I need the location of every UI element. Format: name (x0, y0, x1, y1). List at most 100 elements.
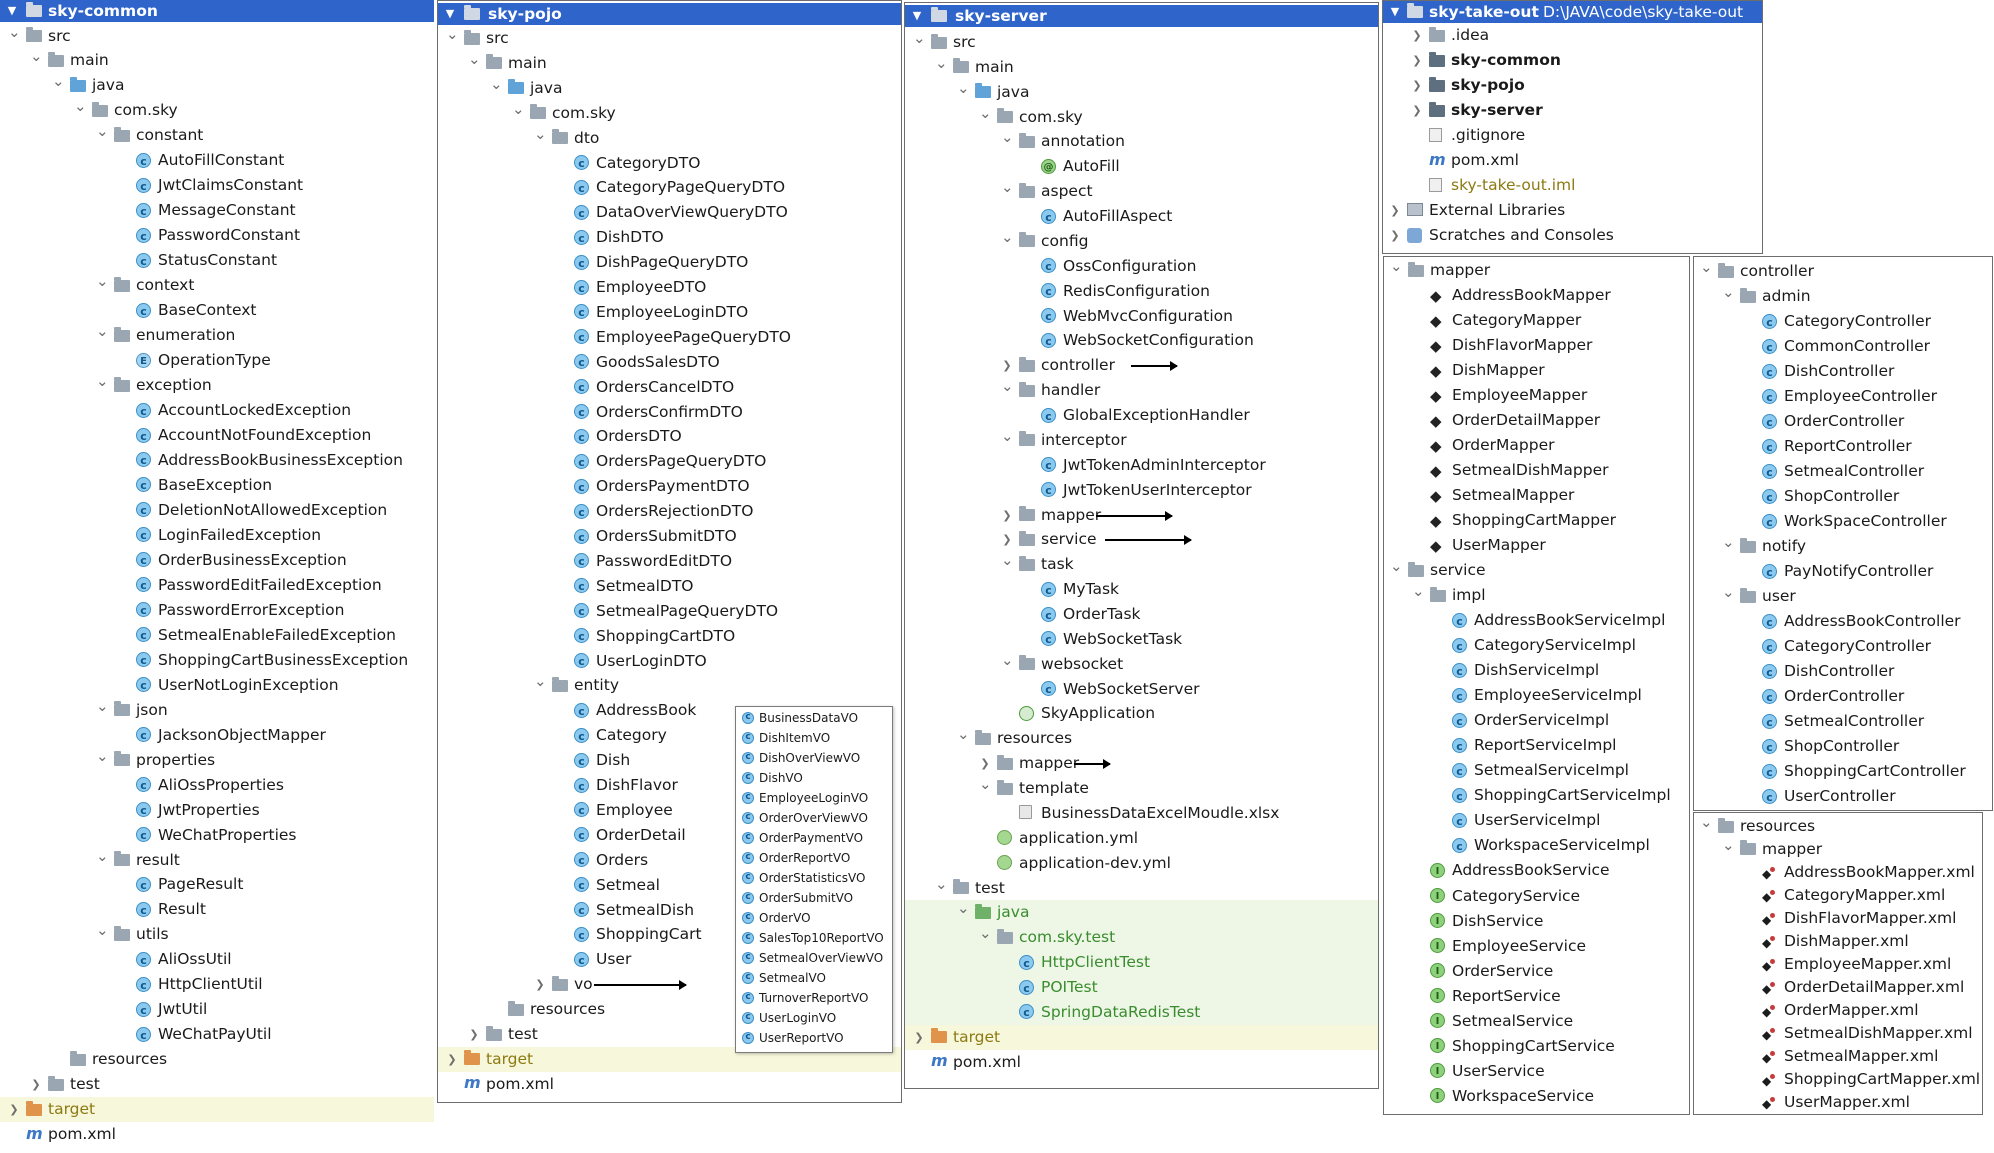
tree-node-category-mapper[interactable]: CategoryMapper (1384, 308, 1689, 334)
chevron-right-icon[interactable]: ❯ (1411, 98, 1423, 123)
tree-node-pom-xml[interactable]: pom.xml (438, 1070, 901, 1097)
tree-node-mapper[interactable]: ❯ mapper (905, 751, 1378, 776)
chevron-right-icon[interactable]: ❯ (1001, 503, 1013, 528)
tree-node-main[interactable]: ⌄ main (0, 47, 434, 73)
tree-node-user-controller[interactable]: UserController (1694, 784, 1992, 810)
tree-node-java[interactable]: ⌄ java (0, 72, 434, 98)
tree-node-dish-flavor-mapper-xml[interactable]: DishFlavorMapper.xml (1694, 906, 1982, 933)
chevron-down-icon[interactable]: ⌄ (1700, 813, 1713, 835)
vo-item-employee-login-vo[interactable]: EmployeeLoginVO (736, 787, 892, 808)
tree-node-setmeal-mapper[interactable]: SetmealMapper (1384, 483, 1689, 509)
tree-node-order-mapper[interactable]: OrderMapper (1384, 433, 1689, 459)
vo-item-order-over-view-vo[interactable]: OrderOverViewVO (736, 807, 892, 828)
tree-node-http-client-test[interactable]: HttpClientTest (905, 950, 1378, 976)
tree-node-address-book-mapper-xml[interactable]: AddressBookMapper.xml (1694, 860, 1982, 887)
tree-node-ali-oss-properties[interactable]: AliOssProperties (0, 773, 434, 798)
tree-node-setmeal-dto[interactable]: SetmealDTO (438, 574, 901, 599)
tree-node-message-constant[interactable]: MessageConstant (0, 198, 434, 224)
tree-node-target[interactable]: ❯ target (0, 1097, 434, 1123)
tree-node-json[interactable]: ⌄ json (0, 697, 434, 723)
tree-node-base-context[interactable]: BaseContext (0, 298, 434, 324)
tree-node-setmeal-service-impl[interactable]: SetmealServiceImpl (1384, 758, 1689, 784)
tree-node-user-login-dto[interactable]: UserLoginDTO (438, 649, 901, 674)
vo-item-order-payment-vo[interactable]: OrderPaymentVO (736, 827, 892, 848)
chevron-down-icon[interactable]: ⌄ (1700, 257, 1713, 280)
tree-node-result[interactable]: Result (0, 897, 434, 923)
tree-node-report-service-impl[interactable]: ReportServiceImpl (1384, 733, 1689, 759)
tree-node-user-service-impl[interactable]: UserServiceImpl (1384, 808, 1689, 834)
tree-node-setmeal-dish-mapper-xml[interactable]: SetmealDishMapper.xml (1694, 1021, 1982, 1048)
chevron-right-icon[interactable]: ❯ (913, 1025, 925, 1050)
vo-item-order-submit-vo[interactable]: OrderSubmitVO (736, 887, 892, 908)
tree-node-resources[interactable]: ⌄ resources (905, 725, 1378, 751)
tree-node-setmeal-dish-mapper[interactable]: SetmealDishMapper (1384, 458, 1689, 484)
tree-node-application-dev-yml[interactable]: application-dev.yml (905, 851, 1378, 876)
tree-node-orders-rejection-dto[interactable]: OrdersRejectionDTO (438, 499, 901, 525)
controller-panel[interactable]: ⌄ controller ⌄ admin CategoryController Commo… (1693, 256, 1993, 811)
tree-node-shopping-cart-service[interactable]: ShoppingCartService (1384, 1034, 1689, 1059)
chevron-down-icon[interactable]: ⌄ (1722, 580, 1735, 605)
tree-node-entity[interactable]: ⌄ entity (438, 672, 901, 698)
tree-node-jwt-properties[interactable]: JwtProperties (0, 798, 434, 823)
tree-node-shopping-cart-business-exception[interactable]: ShoppingCartBusinessException (0, 648, 434, 673)
tree-node-password-edit-dto[interactable]: PasswordEditDTO (438, 549, 901, 574)
tree-node-password-edit-failed-exception[interactable]: PasswordEditFailedException (0, 573, 434, 598)
chevron-down-icon[interactable]: ⌄ (96, 319, 109, 344)
tree-node-shopping-cart-mapper-xml[interactable]: ShoppingCartMapper.xml (1694, 1067, 1982, 1094)
tree-node-dish-flavor-mapper[interactable]: DishFlavorMapper (1384, 333, 1689, 359)
tree-node-java[interactable]: ⌄ java (905, 899, 1378, 926)
tree-node-test[interactable]: ⌄ test (905, 875, 1378, 901)
chevron-right-icon[interactable]: ❯ (1389, 198, 1401, 223)
tree-node-jwt-util[interactable]: JwtUtil (0, 997, 434, 1023)
tree-node-dish-mapper[interactable]: DishMapper (1384, 358, 1689, 384)
tree-node-global-exception-handler[interactable]: GlobalExceptionHandler (905, 403, 1378, 429)
chevron-down-icon[interactable]: ⌄ (1722, 833, 1735, 858)
chevron-down-icon[interactable]: ⌄ (446, 22, 459, 47)
tree-node-my-task[interactable]: MyTask (905, 577, 1378, 603)
tree-node-exception[interactable]: ⌄ exception (0, 372, 434, 398)
tree-node-auto-fill-aspect[interactable]: AutoFillAspect (905, 204, 1378, 230)
tree-node-orders-submit-dto[interactable]: OrdersSubmitDTO (438, 524, 901, 550)
tree-node-service[interactable]: ❯ service (905, 527, 1378, 552)
chevron-right-icon[interactable]: ❯ (1411, 73, 1423, 98)
tree-node-jwt-token-admin-interceptor[interactable]: JwtTokenAdminInterceptor (905, 453, 1378, 478)
tree-node-shopping-cart-controller[interactable]: ShoppingCartController (1694, 759, 1992, 785)
vo-item-dish-vo[interactable]: DishVO (736, 767, 892, 788)
chevron-down-icon[interactable]: ⌄ (1001, 648, 1014, 673)
tree-node-address-book-controller[interactable]: AddressBookController (1694, 609, 1992, 635)
tree-node-interceptor[interactable]: ⌄ interceptor (905, 427, 1378, 453)
tree-node-address-book-service-impl[interactable]: AddressBookServiceImpl (1384, 608, 1689, 634)
chevron-down-icon[interactable]: ⌄ (512, 97, 525, 122)
tree-node-user[interactable]: ⌄ user (1694, 583, 1992, 609)
tree-node-user-mapper-xml[interactable]: UserMapper.xml (1694, 1090, 1982, 1114)
tree-node-resources[interactable]: ⌄ resources (1694, 813, 1982, 839)
tree-node-impl[interactable]: ⌄ impl (1384, 582, 1689, 608)
tree-node-page-result[interactable]: PageResult (0, 872, 434, 898)
tree-node-category-service[interactable]: CategoryService (1384, 884, 1689, 909)
tree-node-spring-data-redis-test[interactable]: SpringDataRedisTest (905, 999, 1378, 1025)
chevron-down-icon[interactable]: ⌄ (979, 921, 992, 946)
tree-node-annotation[interactable]: ⌄ annotation (905, 128, 1378, 154)
chevron-down-icon[interactable]: ⌄ (957, 722, 970, 747)
tree-node-main[interactable]: ⌄ main (905, 54, 1378, 80)
tree-node-category-service-impl[interactable]: CategoryServiceImpl (1384, 633, 1689, 659)
tree-node-enumeration[interactable]: ⌄ enumeration (0, 322, 434, 348)
chevron-right-icon[interactable]: ❯ (1411, 23, 1423, 48)
tree-node-order-detail-mapper-xml[interactable]: OrderDetailMapper.xml (1694, 975, 1982, 1002)
tree-node-employee-dto[interactable]: EmployeeDTO (438, 275, 901, 301)
chevron-down-icon[interactable]: ⌄ (96, 269, 109, 294)
chevron-down-icon[interactable]: ▼ (1389, 1, 1401, 23)
tree-node-user-not-login-exception[interactable]: UserNotLoginException (0, 673, 434, 698)
tree-node-work-space-controller[interactable]: WorkSpaceController (1694, 509, 1992, 535)
tree-node-context[interactable]: ⌄ context (0, 272, 434, 298)
tree-node-admin[interactable]: ⌄ admin (1694, 283, 1992, 309)
chevron-down-icon[interactable]: ⌄ (96, 744, 109, 769)
tree-node-websocket[interactable]: ⌄ websocket (905, 651, 1378, 677)
chevron-right-icon[interactable]: ❯ (534, 972, 546, 997)
chevron-down-icon[interactable]: ⌄ (468, 47, 481, 72)
chevron-down-icon[interactable]: ⌄ (96, 844, 109, 869)
chevron-right-icon[interactable]: ❯ (8, 1097, 20, 1122)
tree-node-employee-login-dto[interactable]: EmployeeLoginDTO (438, 300, 901, 325)
tree-node-external-libraries[interactable]: ❯ External Libraries (1383, 198, 1762, 223)
tree-node-common-controller[interactable]: CommonController (1694, 334, 1992, 360)
